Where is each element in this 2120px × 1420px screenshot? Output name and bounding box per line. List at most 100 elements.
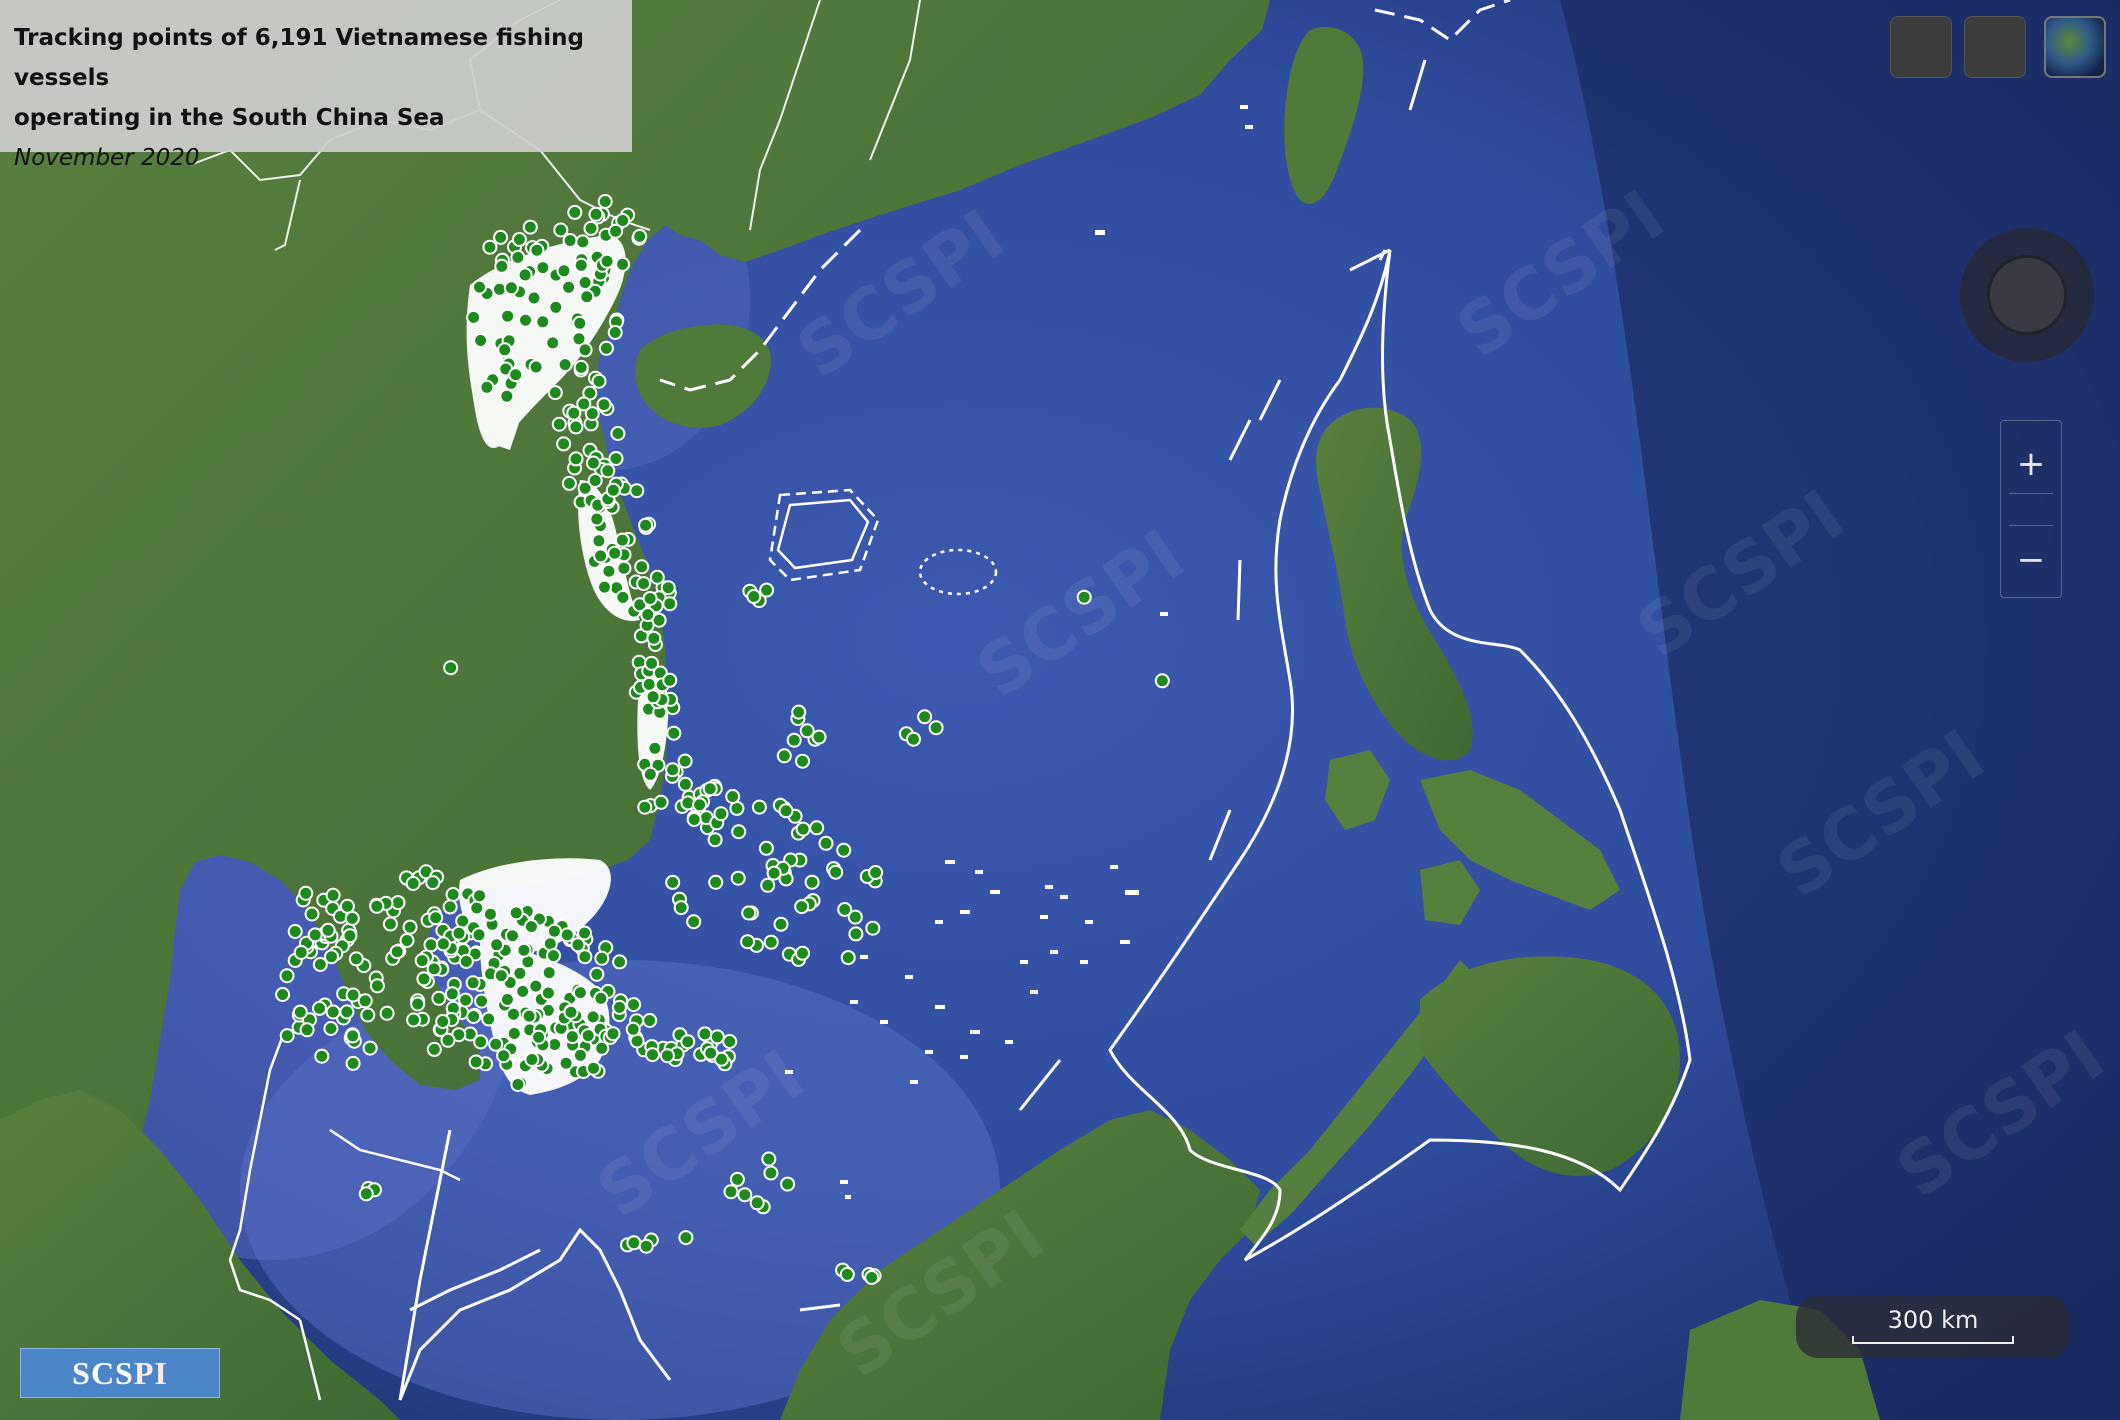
vessel-point[interactable] xyxy=(597,194,613,209)
vessel-point[interactable] xyxy=(564,1029,580,1045)
vessel-point[interactable] xyxy=(680,1034,696,1050)
vessel-point[interactable] xyxy=(492,281,507,297)
vessel-point[interactable] xyxy=(482,906,498,922)
vessel-point[interactable] xyxy=(389,944,405,960)
vessel-point[interactable] xyxy=(638,517,654,533)
vessel-point[interactable] xyxy=(557,357,573,373)
vessel-point[interactable] xyxy=(510,249,526,265)
vessel-point[interactable] xyxy=(362,1040,378,1056)
vessel-point[interactable] xyxy=(612,954,628,970)
vessel-point[interactable] xyxy=(435,936,451,952)
vessel-point[interactable] xyxy=(541,965,557,981)
vessel-point[interactable] xyxy=(535,260,551,276)
vessel-point[interactable] xyxy=(414,953,430,969)
vessel-point[interactable] xyxy=(673,900,689,916)
vessel-point[interactable] xyxy=(431,990,447,1006)
vessel-point[interactable] xyxy=(442,899,458,915)
vessel-point[interactable] xyxy=(511,232,527,247)
vessel-point[interactable] xyxy=(445,887,461,902)
basemap-toggle-button[interactable] xyxy=(1964,16,2026,78)
vessel-point[interactable] xyxy=(369,898,385,914)
vessel-point[interactable] xyxy=(708,874,724,890)
vessel-point[interactable] xyxy=(546,948,561,964)
vessel-point[interactable] xyxy=(348,951,364,967)
vessel-point[interactable] xyxy=(864,1270,880,1285)
vessel-point[interactable] xyxy=(547,385,563,401)
vessel-point[interactable] xyxy=(588,206,604,222)
vessel-point[interactable] xyxy=(636,576,652,592)
vessel-point[interactable] xyxy=(586,1060,601,1076)
vessel-point[interactable] xyxy=(677,753,693,769)
vessel-point[interactable] xyxy=(580,1028,596,1044)
vessel-point[interactable] xyxy=(761,1151,777,1167)
vessel-point[interactable] xyxy=(848,926,864,942)
vessel-point[interactable] xyxy=(608,451,624,466)
vessel-point[interactable] xyxy=(836,842,852,858)
vessel-point[interactable] xyxy=(593,990,609,1006)
vessel-point[interactable] xyxy=(345,987,361,1003)
vessel-point[interactable] xyxy=(686,914,702,930)
vessel-point[interactable] xyxy=(626,1235,642,1251)
vessel-point[interactable] xyxy=(677,776,693,792)
vessel-point[interactable] xyxy=(575,234,591,250)
vessel-point[interactable] xyxy=(740,934,756,950)
vessel-point[interactable] xyxy=(358,1186,374,1202)
vessel-point[interactable] xyxy=(642,766,658,782)
vessel-point[interactable] xyxy=(496,1048,512,1064)
vessel-point[interactable] xyxy=(649,569,665,585)
vessel-point[interactable] xyxy=(510,1077,526,1092)
vessel-point[interactable] xyxy=(577,925,592,941)
vessel-point[interactable] xyxy=(479,379,495,395)
vessel-point[interactable] xyxy=(508,367,524,383)
vessel-point[interactable] xyxy=(529,242,545,258)
vessel-point[interactable] xyxy=(357,993,373,1009)
vessel-point[interactable] xyxy=(795,945,810,961)
vessel-point[interactable] xyxy=(608,223,624,239)
vessel-point[interactable] xyxy=(605,482,621,498)
vessel-point[interactable] xyxy=(865,920,881,936)
vessel-point[interactable] xyxy=(505,928,520,944)
zoom-in-button[interactable]: + xyxy=(2001,435,2061,493)
vessel-point[interactable] xyxy=(645,689,661,705)
vessel-point[interactable] xyxy=(686,812,702,827)
vessel-point[interactable] xyxy=(612,999,627,1015)
vessel-point[interactable] xyxy=(585,455,601,471)
vessel-point[interactable] xyxy=(794,899,810,915)
vessel-point[interactable] xyxy=(572,1047,588,1063)
vessel-point[interactable] xyxy=(589,511,605,527)
compass-icon[interactable] xyxy=(1987,255,2067,335)
vessel-point[interactable] xyxy=(868,865,884,880)
vessel-point[interactable] xyxy=(444,986,460,1002)
vessel-point[interactable] xyxy=(279,1028,295,1044)
vessel-point[interactable] xyxy=(399,933,415,948)
vessel-point[interactable] xyxy=(847,909,863,925)
vessel-point[interactable] xyxy=(535,314,551,330)
vessel-point[interactable] xyxy=(928,720,944,736)
vessel-point[interactable] xyxy=(697,1026,713,1042)
vessel-point[interactable] xyxy=(324,949,339,965)
vessel-point[interactable] xyxy=(818,835,834,851)
vessel-point[interactable] xyxy=(599,253,615,269)
vessel-point[interactable] xyxy=(517,267,533,283)
vessel-point[interactable] xyxy=(471,927,487,943)
vessel-point[interactable] xyxy=(443,660,459,676)
vessel-point[interactable] xyxy=(616,560,632,576)
vessel-point[interactable] xyxy=(426,961,442,977)
vessel-point[interactable] xyxy=(325,887,341,903)
vessel-point[interactable] xyxy=(293,945,309,960)
vessel-point[interactable] xyxy=(567,204,583,220)
vessel-point[interactable] xyxy=(723,1184,739,1200)
vessel-point[interactable] xyxy=(607,325,623,340)
vessel-point[interactable] xyxy=(666,725,682,741)
vessel-point[interactable] xyxy=(406,1012,422,1028)
map-canvas[interactable]: SCSPI SCSPI SCSPI SCSPI SCSPI SCSPI SCSP… xyxy=(0,0,2120,1420)
vessel-point[interactable] xyxy=(506,1026,522,1041)
vessel-point[interactable] xyxy=(522,219,538,235)
vessel-point[interactable] xyxy=(458,992,474,1008)
vessel-point[interactable] xyxy=(494,258,510,274)
vessel-point[interactable] xyxy=(382,916,398,932)
vessel-point[interactable] xyxy=(632,228,648,244)
vessel-point[interactable] xyxy=(665,874,681,890)
vessel-point[interactable] xyxy=(402,919,418,935)
vessel-point[interactable] xyxy=(556,436,572,452)
